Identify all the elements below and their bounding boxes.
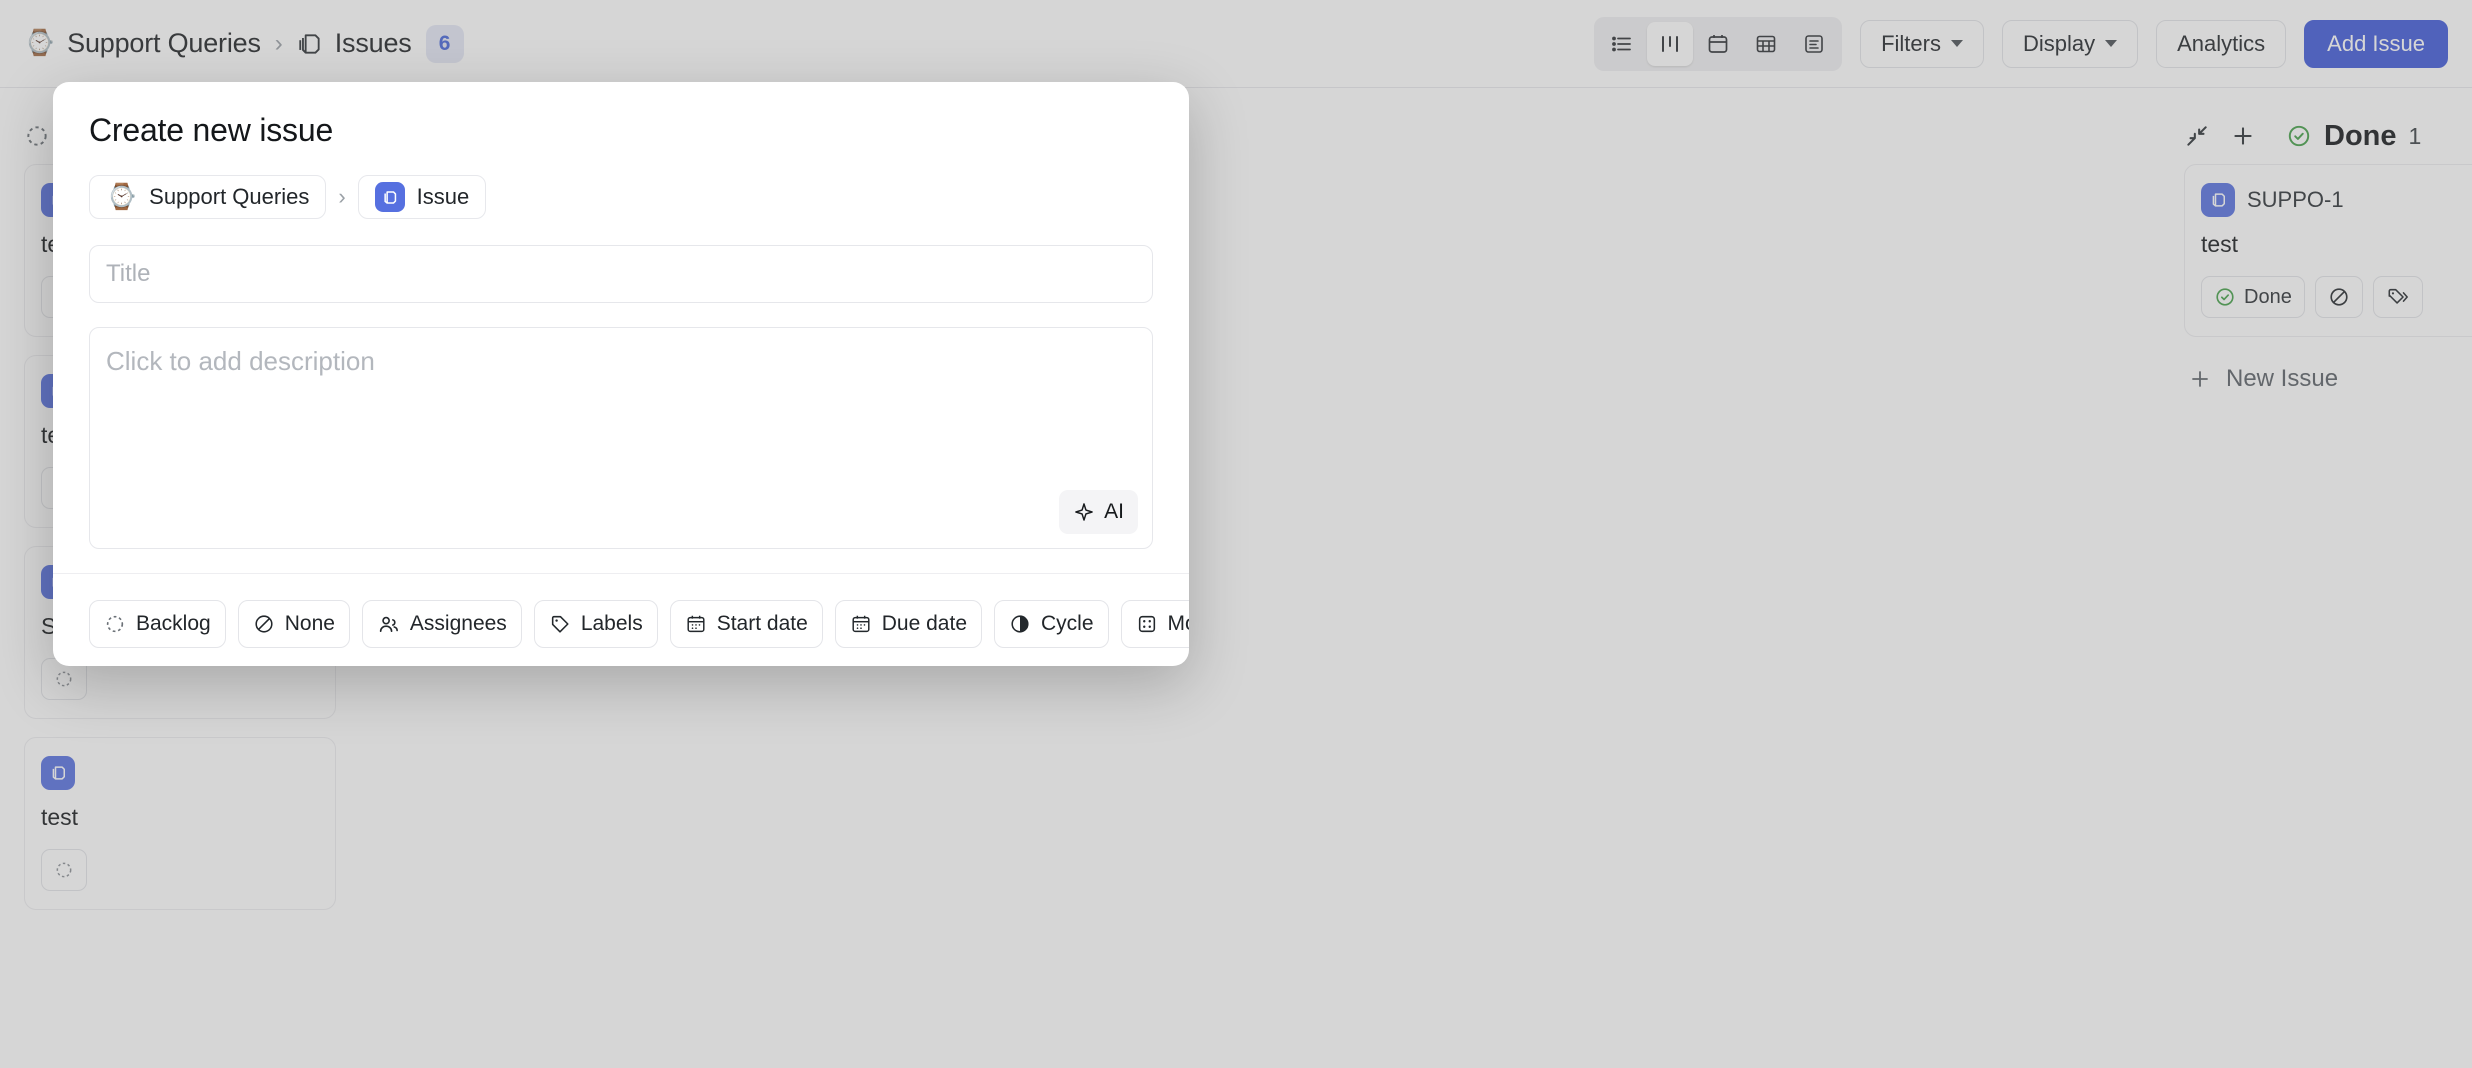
modal-type-label: Issue bbox=[417, 184, 470, 210]
backlog-circle-icon bbox=[104, 613, 126, 635]
start-date-button-label: Start date bbox=[717, 612, 808, 636]
assignees-button[interactable]: Assignees bbox=[362, 600, 522, 648]
ai-assist-label: AI bbox=[1104, 500, 1124, 524]
start-date-button[interactable]: Start date bbox=[670, 600, 823, 648]
issue-title-input[interactable] bbox=[89, 245, 1153, 303]
watch-emoji-icon: ⌚ bbox=[106, 185, 137, 210]
cycle-button-label: Cycle bbox=[1041, 612, 1094, 636]
calendar-icon bbox=[685, 613, 707, 635]
due-date-button-label: Due date bbox=[882, 612, 967, 636]
state-button-label: Backlog bbox=[136, 612, 211, 636]
modal-project-selector[interactable]: ⌚ Support Queries bbox=[89, 175, 326, 219]
people-icon bbox=[377, 613, 400, 636]
cycle-button[interactable]: Cycle bbox=[994, 600, 1109, 648]
priority-button-label: None bbox=[285, 612, 335, 636]
modules-button-label: Modules bbox=[1168, 612, 1189, 636]
description-placeholder: Click to add description bbox=[106, 346, 1136, 377]
modules-button[interactable]: Modules bbox=[1121, 600, 1189, 648]
sparkle-icon bbox=[1073, 501, 1095, 523]
modules-icon bbox=[1136, 613, 1158, 635]
create-issue-modal: Create new issue ⌚ Support Queries › Iss… bbox=[53, 82, 1189, 666]
modal-type-selector[interactable]: Issue bbox=[358, 175, 487, 219]
issue-badge-icon bbox=[375, 182, 405, 212]
modal-project-label: Support Queries bbox=[149, 184, 309, 210]
priority-button[interactable]: None bbox=[238, 600, 350, 648]
assignees-button-label: Assignees bbox=[410, 612, 507, 636]
modal-title: Create new issue bbox=[89, 112, 1153, 149]
tag-icon bbox=[549, 613, 571, 635]
calendar-icon bbox=[850, 613, 872, 635]
labels-button-label: Labels bbox=[581, 612, 643, 636]
issue-properties-row: Backlog None Assignees bbox=[53, 573, 1189, 666]
modal-breadcrumb: ⌚ Support Queries › Issue bbox=[89, 175, 1153, 219]
issue-description-editor[interactable]: Click to add description AI bbox=[89, 327, 1153, 549]
due-date-button[interactable]: Due date bbox=[835, 600, 982, 648]
no-priority-icon bbox=[253, 613, 275, 635]
labels-button[interactable]: Labels bbox=[534, 600, 658, 648]
state-button[interactable]: Backlog bbox=[89, 600, 226, 648]
ai-assist-button[interactable]: AI bbox=[1059, 490, 1138, 534]
modal-breadcrumb-separator: › bbox=[338, 184, 345, 210]
cycle-icon bbox=[1009, 613, 1031, 635]
modal-body: Create new issue ⌚ Support Queries › Iss… bbox=[53, 82, 1189, 549]
